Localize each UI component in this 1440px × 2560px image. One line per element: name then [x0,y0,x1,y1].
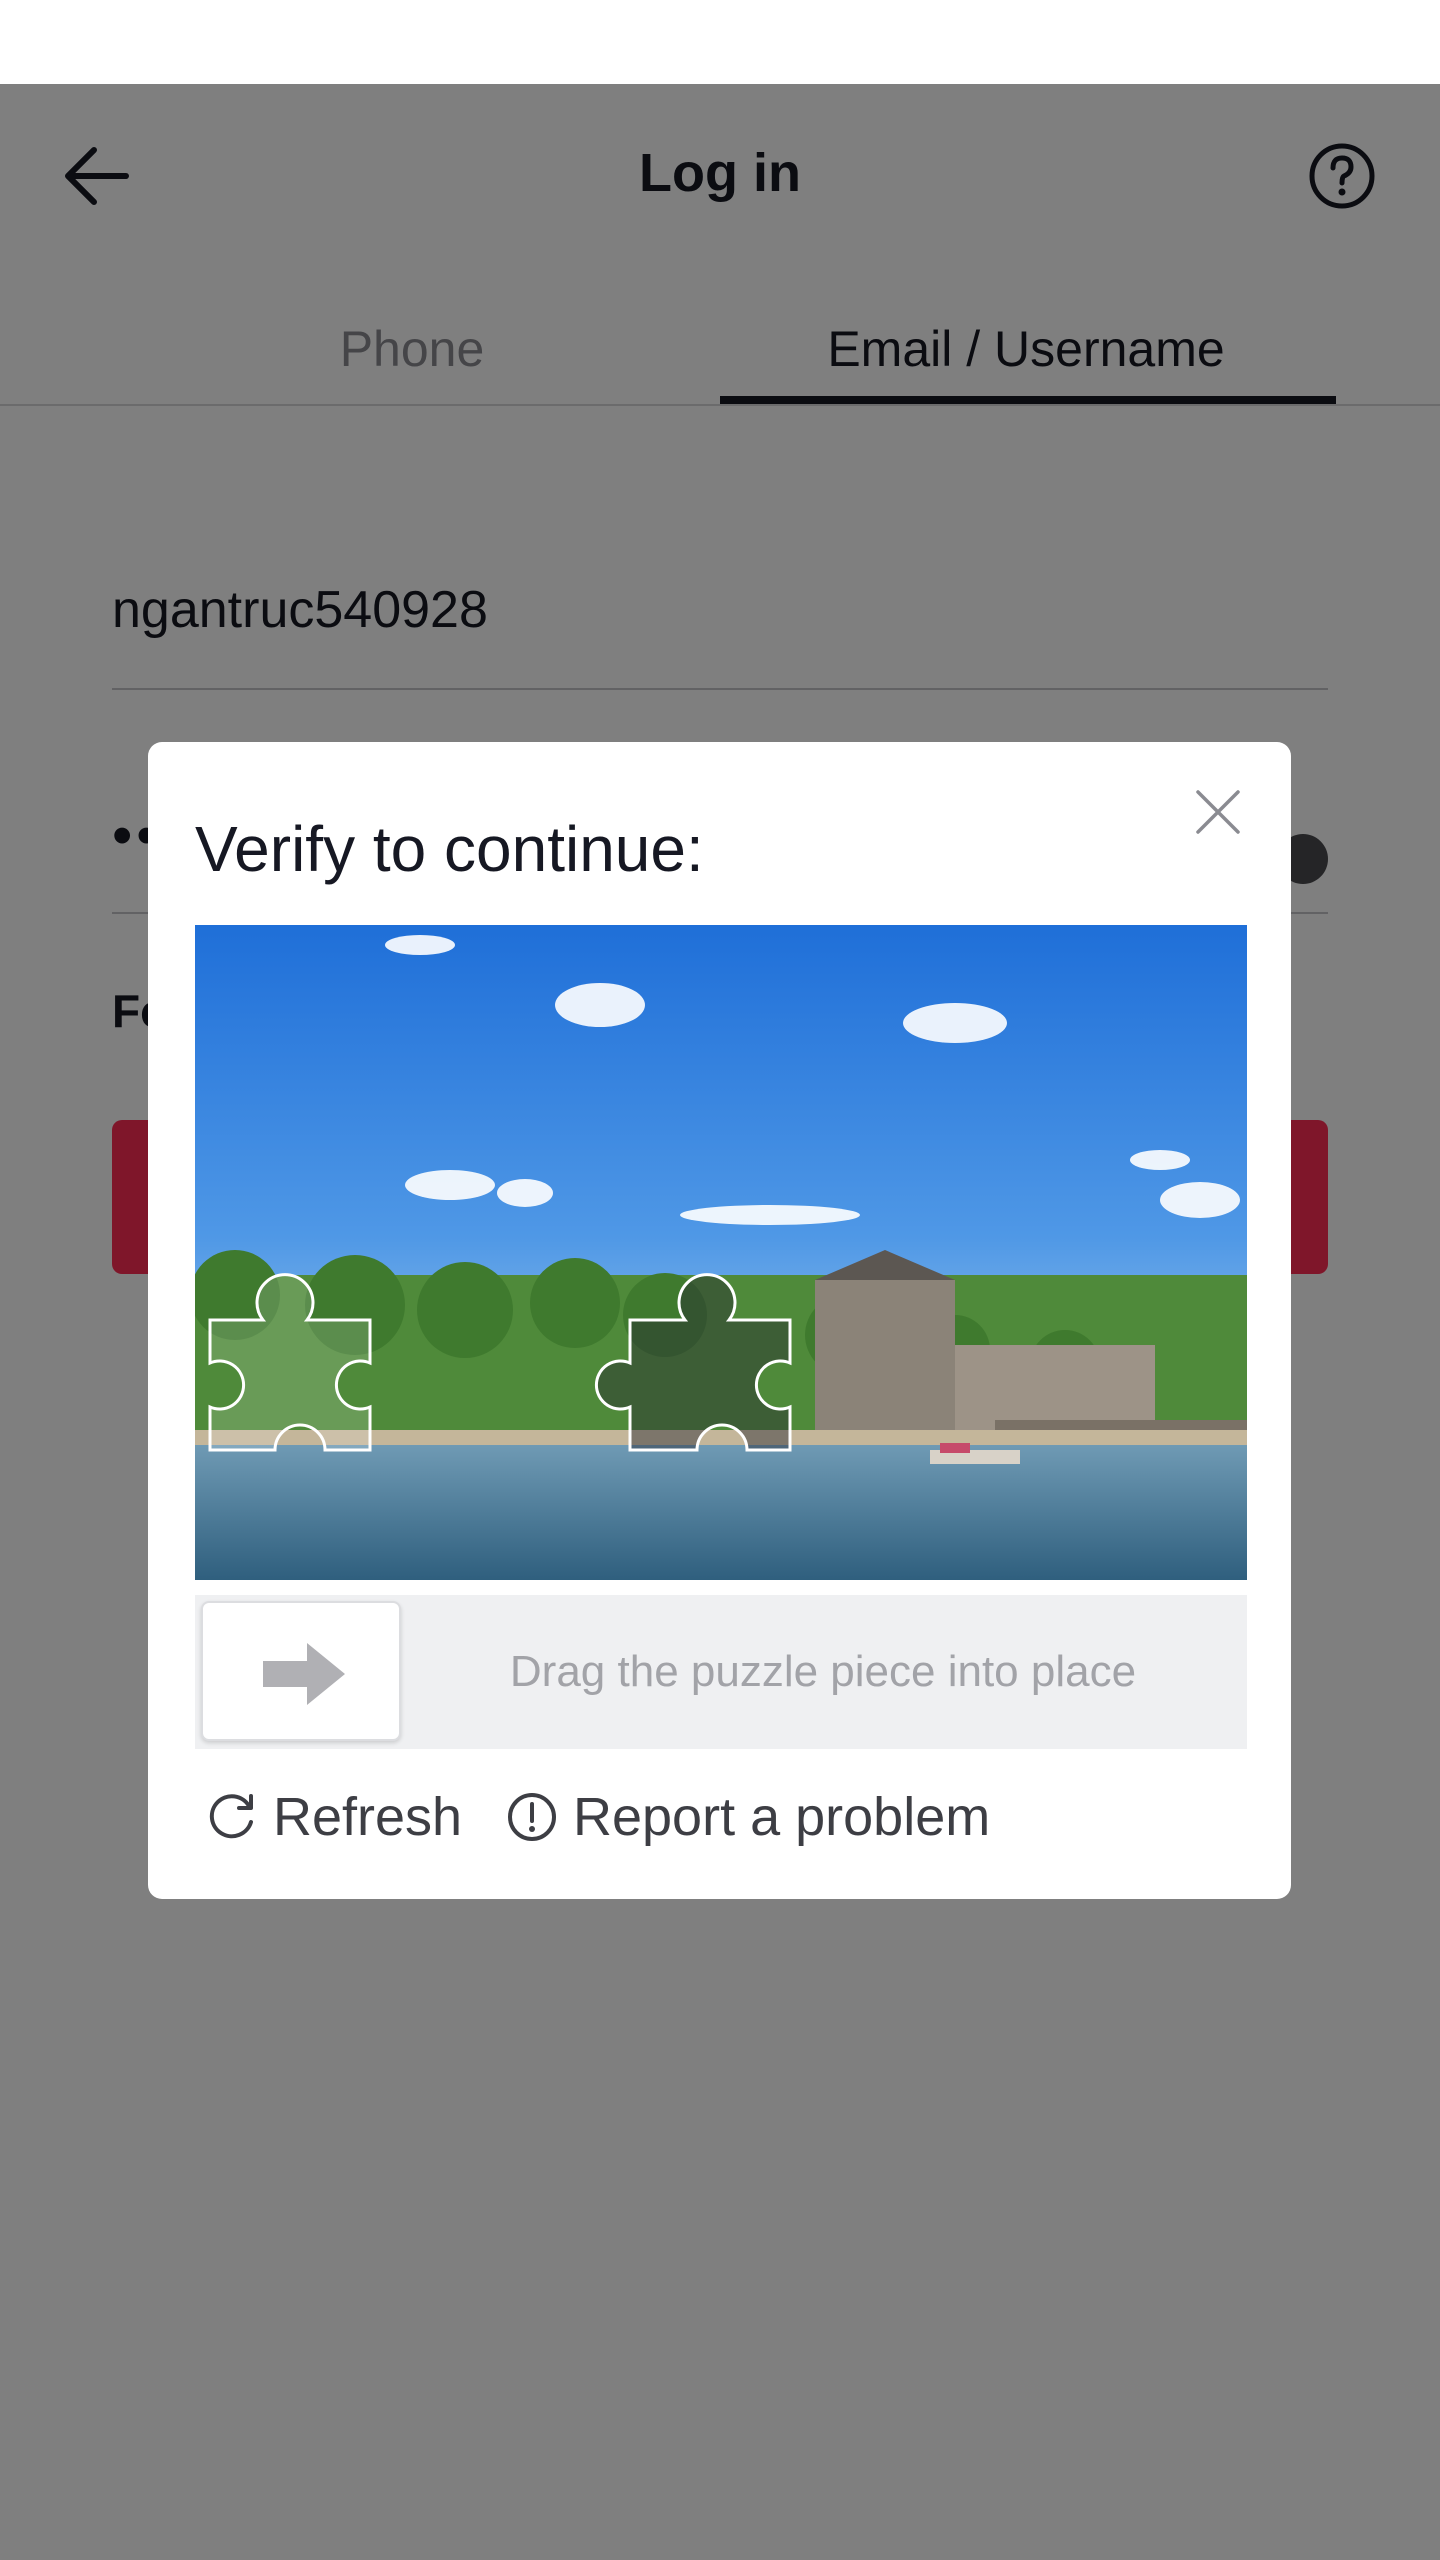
exclamation-circle-icon [508,1793,556,1841]
puzzle-image [195,925,1247,1580]
close-icon[interactable] [1188,782,1248,842]
refresh-button[interactable]: Refresh [205,1772,462,1862]
arrow-right-icon [263,1643,345,1705]
report-problem-button[interactable]: Report a problem [505,1772,990,1862]
captcha-title: Verify to continue: [195,813,704,885]
status-bar [0,0,1440,84]
captcha-slider-handle[interactable] [201,1601,401,1741]
captcha-slider-track: Drag the puzzle piece into place [195,1595,1247,1749]
report-label: Report a problem [573,1787,991,1847]
slider-hint: Drag the puzzle piece into place [509,1647,1137,1696]
refresh-label: Refresh [273,1787,463,1847]
captcha-modal: Verify to continue: Drag the puzzle piec… [148,742,1291,1899]
refresh-icon [209,1794,253,1839]
